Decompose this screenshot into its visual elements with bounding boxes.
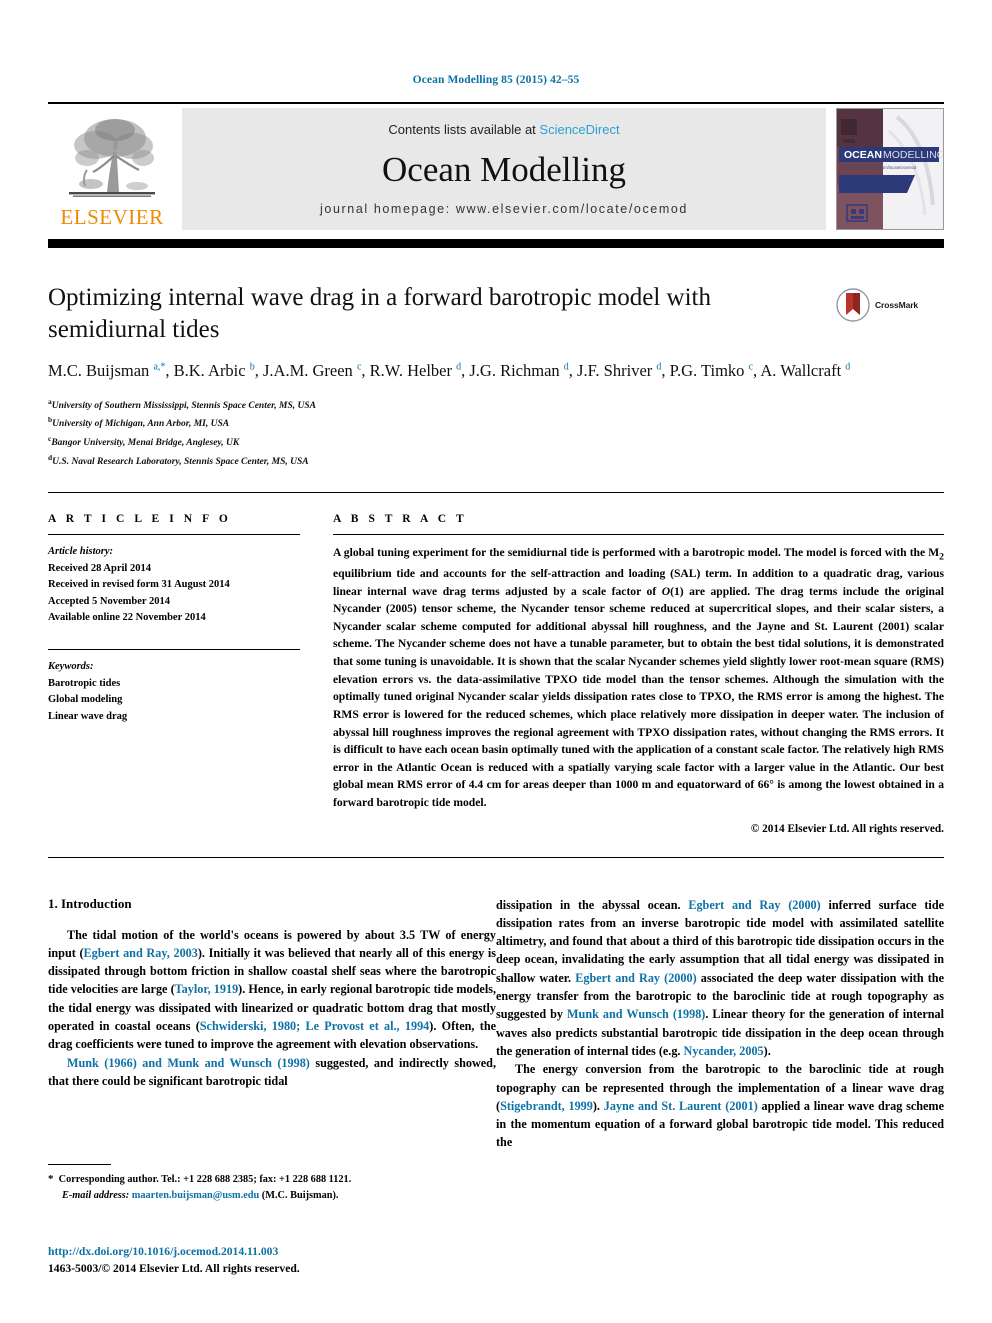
article-info-column: A R T I C L E I N F O Article history: R…: [48, 513, 300, 835]
body-column-left: 1. Introduction The tidal motion of the …: [48, 896, 496, 1152]
keywords-block: Keywords: Barotropic tides Global modeli…: [48, 648, 300, 726]
keywords-list: Barotropic tides Global modeling Linear …: [48, 676, 300, 726]
affiliation-list: aUniversity of Southern Mississippi, Ste…: [48, 396, 944, 470]
title-block: Optimizing internal wave drag in a forwa…: [48, 282, 944, 470]
info-abstract-top-rule: [48, 492, 944, 494]
body-paragraph: The tidal motion of the world's oceans i…: [48, 927, 497, 1052]
affiliation-text: Bangor University, Menai Bridge, Anglese…: [51, 438, 240, 449]
body-paragraph: Munk (1966) and Munk and Wunsch (1998) s…: [48, 1055, 496, 1088]
journal-homepage-link[interactable]: journal homepage: www.elsevier.com/locat…: [320, 202, 688, 216]
elsevier-logo[interactable]: ELSEVIER: [48, 108, 176, 230]
contents-prefix: Contents lists available at: [388, 122, 540, 137]
abstract-rule: [333, 534, 944, 536]
issn-copyright-line: 1463-5003/© 2014 Elsevier Ltd. All right…: [48, 1261, 300, 1275]
history-item: Accepted 5 November 2014: [48, 595, 170, 607]
doi-block: http://dx.doi.org/10.1016/j.ocemod.2014.…: [48, 1244, 496, 1278]
journal-cover-thumbnail[interactable]: OCEAN MODELLING http://www.elsevier.com/…: [836, 108, 944, 230]
keyword-item: Barotropic tides: [48, 677, 121, 689]
article-info-heading: A R T I C L E I N F O: [48, 513, 232, 526]
info-abstract-section: A R T I C L E I N F O Article history: R…: [48, 513, 944, 835]
svg-text:MODELLING: MODELLING: [883, 149, 943, 161]
affiliation-item: aUniversity of Southern Mississippi, Ste…: [48, 396, 944, 415]
crossmark-label: CrossMark: [875, 300, 919, 310]
article-history-list: Received 28 April 2014 Received in revis…: [48, 561, 300, 627]
elsevier-wordmark: ELSEVIER: [60, 205, 164, 229]
section-heading-introduction: 1. Introduction: [48, 895, 132, 911]
sciencedirect-link[interactable]: ScienceDirect: [539, 122, 619, 137]
affiliation-text: U.S. Naval Research Laboratory, Stennis …: [52, 456, 309, 467]
keywords-rule: [48, 648, 300, 650]
abstract-text: A global tuning experiment for the semid…: [333, 546, 944, 809]
body-paragraph: The energy conversion from the barotropi…: [496, 1062, 944, 1150]
masthead-center-panel: Contents lists available at ScienceDirec…: [182, 108, 826, 230]
abstract-heading: A B S T R A C T: [333, 513, 468, 526]
body-top-rule: [48, 856, 944, 858]
author-list: M.C. Buijsman a,*, B.K. Arbic b, J.A.M. …: [48, 361, 851, 380]
history-item: Received 28 April 2014: [48, 562, 151, 574]
crossmark-badge[interactable]: CrossMark: [836, 284, 944, 326]
elsevier-tree-icon: [69, 119, 155, 197]
footnote-separator: [48, 1164, 111, 1165]
keywords-label: Keywords:: [48, 660, 94, 672]
svg-text:OCEAN: OCEAN: [844, 149, 882, 161]
affiliation-item: dU.S. Naval Research Laboratory, Stennis…: [48, 452, 944, 471]
running-head: Ocean Modelling 85 (2015) 42–55: [412, 74, 580, 86]
abstract-column: A B S T R A C T A global tuning experime…: [333, 513, 944, 835]
contents-available-line: Contents lists available at ScienceDirec…: [388, 122, 619, 137]
journal-masthead: ELSEVIER Contents lists available at Sci…: [48, 108, 944, 230]
history-item: Available online 22 November 2014: [48, 612, 206, 624]
article-info-rule: [48, 534, 300, 536]
body-columns: 1. Introduction The tidal motion of the …: [48, 896, 944, 1152]
journal-title: Ocean Modelling: [382, 150, 626, 189]
affiliation-text: University of Southern Mississippi, Sten…: [51, 401, 316, 412]
masthead-bottom-bar: [48, 239, 944, 248]
affiliation-item: bUniversity of Michigan, Ann Arbor, MI, …: [48, 414, 944, 433]
article-history-label: Article history:: [48, 546, 114, 558]
affiliation-item: cBangor University, Menai Bridge, Angles…: [48, 433, 944, 452]
body-paragraph: dissipation in the abyssal ocean. Egbert…: [496, 897, 945, 1058]
keyword-item: Global modeling: [48, 694, 123, 706]
history-item: Received in revised form 31 August 2014: [48, 579, 230, 591]
keyword-item: Linear wave drag: [48, 710, 128, 722]
crossmark-icon: [836, 288, 870, 322]
page-title: Optimizing internal wave drag in a forwa…: [48, 284, 711, 343]
doi-link[interactable]: http://dx.doi.org/10.1016/j.ocemod.2014.…: [48, 1244, 496, 1261]
footnote-area: * Corresponding author. Tel.: +1 228 688…: [48, 1164, 496, 1203]
body-column-right: dissipation in the abyssal ocean. Egbert…: [496, 896, 944, 1152]
svg-text:http://www.elsevier.com/locate: http://www.elsevier.com/locate/ocemod: [844, 165, 917, 170]
corresponding-author-note: * Corresponding author. Tel.: +1 228 688…: [48, 1173, 352, 1185]
cover-art-image: OCEAN MODELLING http://www.elsevier.com/…: [837, 109, 943, 229]
email-note[interactable]: E-mail address: maarten.buijsman@usm.edu…: [48, 1188, 496, 1203]
article-page: Ocean Modelling 85 (2015) 42–55 ELSEVIER…: [0, 0, 992, 1323]
affiliation-text: University of Michigan, Ann Arbor, MI, U…: [52, 419, 230, 430]
masthead-top-rule: [48, 102, 944, 104]
abstract-copyright: © 2014 Elsevier Ltd. All rights reserved…: [750, 822, 944, 835]
